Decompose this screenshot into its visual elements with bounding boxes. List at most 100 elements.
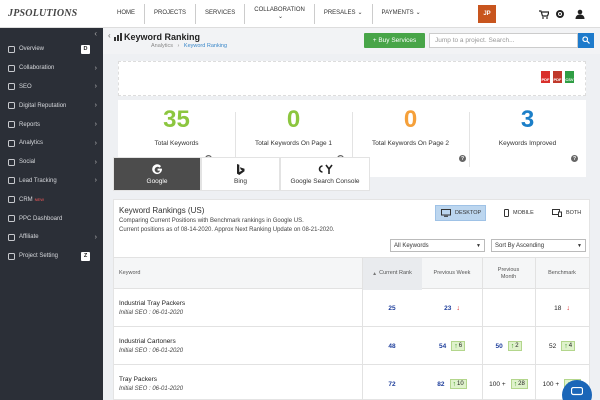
sidebar: ‹ Overview D Collaboration › SEO › Digital Rep… [0,28,103,400]
rank-down-icon: ↓ [566,304,570,312]
table-row[interactable]: Tray Packers Initial SEO : 06-01-2020 72 82… [114,365,589,400]
current-rank-cell: 48 [388,342,396,350]
bing-icon [236,163,245,175]
benchmark-cell: 52 ↑ 4 [535,327,589,365]
keyword-filter-select[interactable]: All Keywords ▼ [390,239,485,252]
nav-collaboration[interactable]: COLLABORATION ⌄ [244,3,314,24]
back-arrow-icon[interactable]: ‹ [108,31,111,40]
chevron-right-icon: › [94,139,97,147]
table-row[interactable]: Industrial Cartoners Initial SEO : 06-01-… [114,327,589,365]
table-row[interactable]: Industrial Tray Packers Initial SEO : 06-… [114,289,589,327]
arrow-up-icon: ↑ [452,380,457,388]
col-current-rank[interactable]: ▲ Current Rank [362,258,422,290]
sidebar-item-affiliate[interactable]: Affiliate › [0,228,103,247]
device-both-button[interactable]: BOTH [547,205,586,221]
help-icon[interactable]: ? [571,155,578,162]
rank-down-icon: ↓ [456,304,460,312]
breadcrumb-separator: › [177,43,180,49]
chevron-right-icon: › [94,83,97,91]
sidebar-item-seo[interactable]: SEO › [0,78,103,97]
brand-logo[interactable]: JPSOLUTIONS [0,0,103,28]
nav-presales[interactable]: PRESALES ⌄ [313,3,372,24]
keyword-ranking-icon [114,33,122,43]
tab-google-search-console[interactable]: Google Search Console [280,157,370,191]
sidebar-item-digital-reputation[interactable]: Digital Reputation › [0,96,103,115]
col-benchmark[interactable]: Benchmark [535,258,589,290]
col-keyword[interactable]: Keyword [119,258,140,290]
analytics-icon [7,139,15,147]
sidebar-item-overview[interactable]: Overview D [0,40,103,59]
sidebar-item-label: Overview [19,46,45,53]
panel-subtitle: Comparing Current Positions with Benchma… [119,218,335,233]
previous-week-cell: 23 ↓ [444,304,460,312]
col-previous-month[interactable]: Previous Month [482,258,535,290]
tab-bing[interactable]: Bing [201,157,280,191]
sidebar-item-reports[interactable]: Reports › [0,115,103,134]
chevron-down-icon: ▼ [476,242,481,249]
logo-text: JPSOLUTIONS [8,8,78,19]
tab-google[interactable]: Google [113,157,201,191]
chevron-down-icon: ⌄ [278,13,284,20]
ppc-icon [7,215,15,223]
pdf-export-icon[interactable]: PDF [541,71,550,83]
chevron-right-icon: › [94,64,97,72]
benchmark-cell: 18 ↓ [554,304,570,312]
excel-export-icon[interactable]: CSV [565,71,574,83]
rank-up-badge: ↑28 [510,379,528,389]
sidebar-item-ppc-dashboard[interactable]: PPC Dashboard [0,209,103,228]
sidebar-item-collaboration[interactable]: Collaboration › [0,59,103,78]
device-desktop-button[interactable]: DESKTOP [435,205,486,221]
rank-up-badge: ↑ 4 [561,341,576,351]
nav-services[interactable]: SERVICES [195,3,244,24]
panel-title: Keyword Rankings (US) [119,206,205,215]
nav-projects[interactable]: PROJECTS [144,3,195,24]
keyword-initial-seo: Initial SEO : 06-01-2020 [119,386,184,392]
desktop-icon [441,209,451,217]
chevron-down-icon: ▼ [577,242,582,249]
sidebar-item-lead-tracking[interactable]: Lead Tracking › [0,172,103,191]
top-navbar: JPSOLUTIONS HOME PROJECTS SERVICES COLLA… [0,0,600,28]
chevron-down-icon: ⌄ [357,10,363,17]
sidebar-collapse[interactable]: ‹ [0,28,103,40]
search-console-icon [317,163,333,175]
crm-icon [7,196,15,204]
sort-select[interactable]: Sort By Ascending ▼ [491,239,586,252]
sidebar-item-analytics[interactable]: Analytics › [0,134,103,153]
sidebar-item-social[interactable]: Social › [0,153,103,172]
pdf-export-alt-icon[interactable]: PDF [553,71,562,83]
desktop-mobile-icon [552,209,562,217]
keyword-initial-seo: Initial SEO : 06-01-2020 [119,348,184,354]
sidebar-item-project-setting[interactable]: Project Setting Z [0,247,103,266]
sidebar-item-crm[interactable]: CRM NEW [0,190,103,209]
shortcut-badge: Z [81,251,90,261]
page-header: ‹ Keyword Ranking Analytics › Keyword Ra… [103,28,600,54]
breadcrumb: Analytics › Keyword Ranking [151,43,227,49]
buy-services-button[interactable]: + Buy Services [364,33,425,48]
chevron-right-icon: › [94,121,97,129]
stat-keywords-improved: 3 Keywords Improved ? [498,106,578,162]
search-button[interactable] [578,33,594,48]
avatar[interactable]: JP [478,5,496,23]
keyword-name: Industrial Tray Packers [119,300,186,307]
user-icon[interactable] [574,8,586,20]
current-rank-cell: 25 [388,304,396,312]
col-previous-week[interactable]: Previous Week [422,258,482,290]
cart-icon[interactable] [538,8,550,20]
sidebar-item-label: Reports [19,121,41,128]
social-icon [7,158,15,166]
page-title: Keyword Ranking [124,32,201,42]
device-mobile-button[interactable]: MOBILE [499,205,539,221]
sort-asc-icon: ▲ [372,270,378,277]
export-bar: PDF PDF CSV [118,61,586,96]
help-icon[interactable]: ? [459,155,466,162]
project-search-input[interactable]: Jump to a project. Search... [429,33,578,48]
nav-payments[interactable]: PAYMENTS ⌄ [371,3,430,24]
arrow-up-icon: ↑ [564,342,568,350]
breadcrumb-analytics[interactable]: Analytics [151,43,173,49]
chevron-right-icon: › [94,177,97,185]
previous-month-cell [482,289,535,327]
gear-icon[interactable] [554,8,566,20]
collapse-arrow-icon: ‹ [94,29,97,38]
previous-month-cell: 50 ↑ 2 [482,327,535,365]
nav-home[interactable]: HOME [108,4,144,24]
